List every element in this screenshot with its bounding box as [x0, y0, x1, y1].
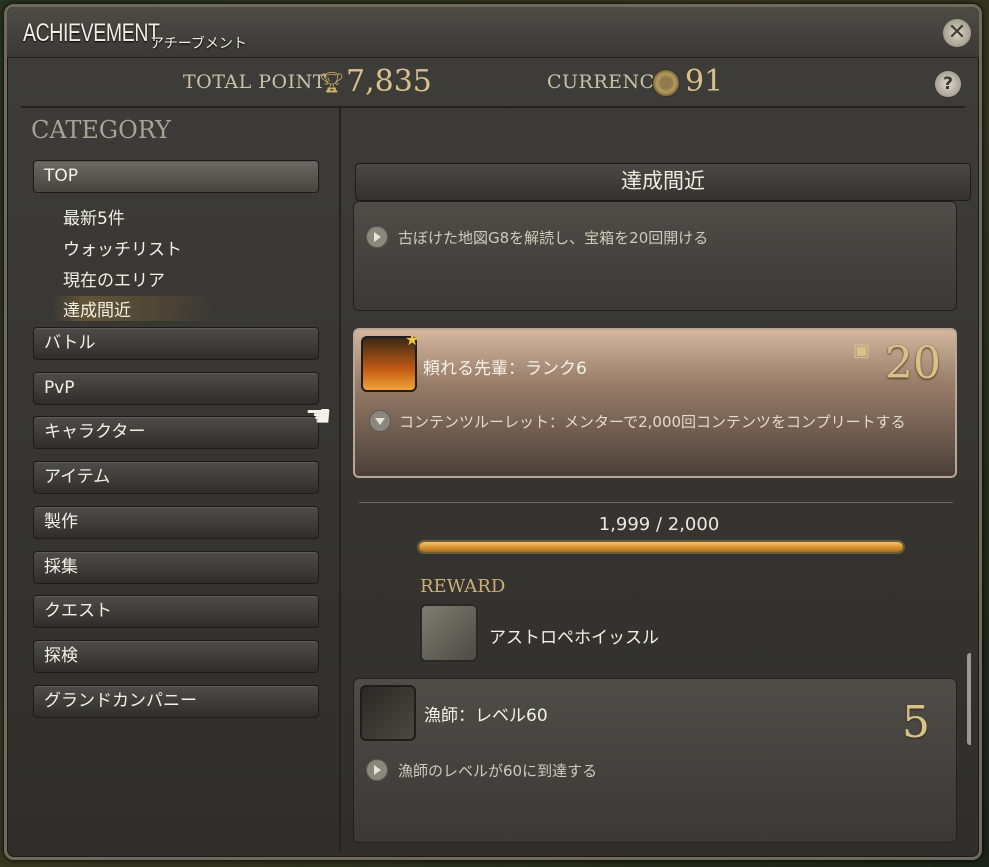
category-crafting[interactable]: 製作 [33, 506, 319, 539]
chest-icon: ▣ [853, 340, 871, 361]
title-bar[interactable]: ACHIEVEMENT アチーブメント ✕ [7, 7, 979, 58]
expand-arrow-icon[interactable] [366, 759, 388, 781]
section-title: 達成間近 [355, 163, 971, 201]
achievement-description: コンテンツルーレット：メンターで2,000回コンテンツをコンプリートする [399, 413, 906, 431]
category-heading: CATEGORY [31, 116, 171, 144]
achievement-window: ACHIEVEMENT アチーブメント ✕ TOTAL POINT 🏆︎ 7,8… [4, 4, 982, 860]
achievement-points: 20 [885, 338, 941, 389]
currency-label: CURRENCY [547, 71, 668, 93]
window-title: ACHIEVEMENT [23, 19, 160, 47]
progress-fill [419, 542, 903, 552]
progress-text: 1,999 / 2,000 [598, 514, 720, 535]
achievement-points: 5 [902, 697, 930, 748]
divider [359, 502, 953, 503]
reward-item-name: アストロペホイッスル [489, 628, 659, 648]
fishing-rod-icon [360, 685, 416, 741]
expand-arrow-icon[interactable] [366, 226, 388, 248]
window-subtitle: アチーブメント [150, 36, 247, 52]
category-item[interactable]: アイテム [33, 461, 319, 494]
category-top-button[interactable]: TOP [33, 160, 319, 193]
hand-pointer-icon: ☛ [305, 399, 332, 434]
reward-whistle-icon[interactable] [420, 604, 478, 662]
points-bar: TOTAL POINT 🏆︎ 7,835 CURRENCY 91 ? [21, 58, 965, 108]
total-point-value: 7,835 [346, 64, 432, 99]
category-panel: CATEGORY TOP 最新5件 ウォッチリスト 現在のエリア 達成間近 バト… [21, 108, 341, 852]
category-battle[interactable]: バトル [33, 327, 319, 360]
category-grand-company[interactable]: グランドカンパニー [33, 685, 319, 718]
achievement-list-panel: 達成間近 古ぼけた地図G8を解読し、宝箱を20回開ける ★ 頼れる先輩：ランク6… [347, 108, 971, 852]
scrollbar[interactable] [967, 653, 971, 745]
achievement-description: 漁師のレベルが60に到達する [398, 762, 598, 780]
currency-value: 91 [685, 64, 724, 99]
achievement-name: 漁師：レベル60 [424, 706, 548, 726]
collapse-arrow-icon[interactable] [369, 410, 391, 432]
subitem-watchlist[interactable]: ウォッチリスト [63, 235, 182, 260]
help-button[interactable]: ? [935, 71, 961, 97]
category-character[interactable]: キャラクター [33, 416, 319, 449]
close-icon[interactable]: ✕ [943, 19, 971, 47]
subitem-current-area[interactable]: 現在のエリア [63, 266, 165, 291]
category-exploration[interactable]: 探検 [33, 640, 319, 673]
total-point-label: TOTAL POINT [183, 71, 326, 93]
achievement-card[interactable]: 漁師：レベル60 5 漁師のレベルが60に到達する [353, 678, 957, 843]
achievement-name: 頼れる先輩：ランク6 [423, 359, 587, 379]
star-icon: ★ [405, 330, 420, 349]
progress-bar [417, 540, 905, 554]
achievement-card[interactable]: 古ぼけた地図G8を解読し、宝箱を20回開ける [353, 201, 957, 311]
coin-icon [652, 69, 680, 97]
trophy-icon: 🏆︎ [319, 70, 345, 94]
subitem-near-completion[interactable]: 達成間近 [51, 296, 213, 321]
category-quest[interactable]: クエスト [33, 595, 319, 628]
category-gathering[interactable]: 採集 [33, 551, 319, 584]
achievement-card-selected[interactable]: ★ 頼れる先輩：ランク6 ▣ 20 コンテンツルーレット：メンターで2,000回… [353, 328, 957, 478]
reward-label: REWARD [420, 576, 506, 597]
achievement-description: 古ぼけた地図G8を解読し、宝箱を20回開ける [398, 229, 709, 247]
category-pvp[interactable]: PvP [33, 372, 319, 405]
subitem-latest5[interactable]: 最新5件 [63, 204, 125, 229]
